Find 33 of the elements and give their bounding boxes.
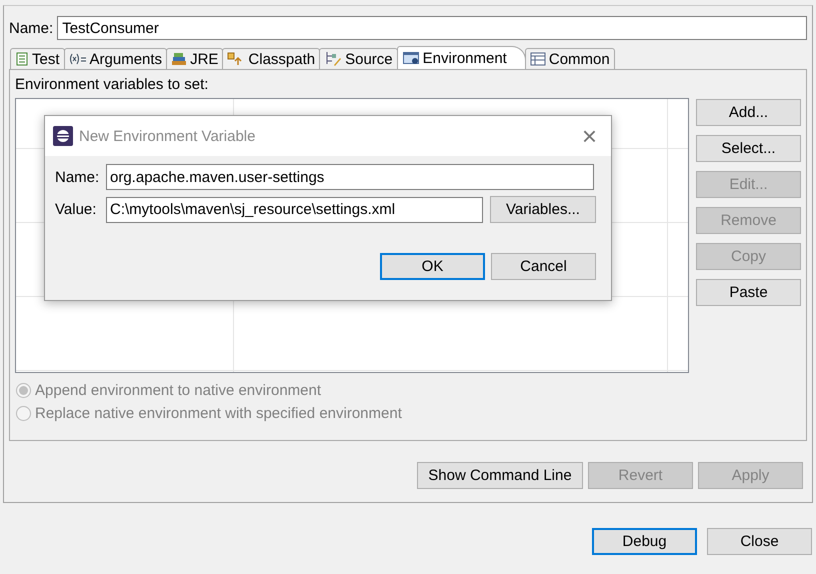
document-icon xyxy=(15,52,29,66)
table-icon xyxy=(530,52,546,66)
radio-label: Append environment to native environment xyxy=(35,382,322,399)
source-tree-icon xyxy=(324,51,342,67)
name-label: Name: xyxy=(9,20,54,36)
variables-button[interactable]: Variables... xyxy=(490,196,596,223)
tab[interactable]: Common xyxy=(524,48,615,69)
dialog-title: New Environment Variable xyxy=(79,128,256,144)
close-button[interactable]: × xyxy=(582,123,603,149)
tab[interactable]: Classpath xyxy=(222,48,320,69)
name-field[interactable]: TestConsumer xyxy=(57,16,807,40)
tab[interactable]: Test xyxy=(10,48,65,69)
dialog-button[interactable]: Cancel xyxy=(491,253,596,280)
dialog-button[interactable]: OK xyxy=(380,253,485,280)
window-icon xyxy=(402,51,420,65)
radio-label: Replace native environment with specified environment xyxy=(35,405,402,422)
dialog-button[interactable]: Debug xyxy=(592,528,697,555)
books-icon xyxy=(171,52,188,66)
eclipse-icon xyxy=(53,126,73,146)
dialog-button[interactable]: Close xyxy=(707,528,812,555)
side-button[interactable]: Paste xyxy=(696,279,801,306)
side-button[interactable]: Add... xyxy=(696,99,801,126)
value-label: Value: xyxy=(55,201,98,218)
side-button[interactable]: Select... xyxy=(696,135,801,162)
name-field[interactable]: org.apache.maven.user-settings xyxy=(106,164,594,190)
tab[interactable]: Source xyxy=(319,48,398,69)
action-button[interactable]: Show Command Line xyxy=(417,462,583,489)
tab[interactable]: Environment xyxy=(396,46,526,69)
parameter-icon xyxy=(68,52,87,66)
value-field[interactable]: C:\mytools\maven\sj_resource\settings.xml xyxy=(106,196,483,222)
tab[interactable]: Arguments xyxy=(64,48,168,69)
section-label: Environment variables to set: xyxy=(15,76,210,93)
name-label: Name: xyxy=(55,168,100,186)
